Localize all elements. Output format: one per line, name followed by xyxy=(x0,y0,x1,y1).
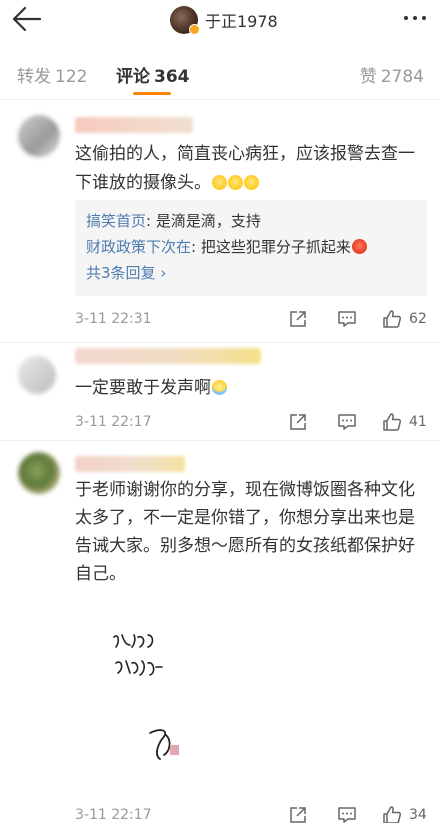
comment-time: 3-11 22:31 xyxy=(75,311,152,327)
top-bar: 于正1978 xyxy=(0,0,440,40)
signature-image[interactable] xyxy=(100,623,220,773)
comment-meta: 3-11 22:31 62 xyxy=(75,309,427,333)
smile-emoji-icon xyxy=(212,175,227,190)
sweat-emoji-icon xyxy=(228,175,243,190)
share-icon[interactable] xyxy=(288,309,308,329)
thumbs-up-icon[interactable] xyxy=(382,805,402,823)
tab-like[interactable]: 赞 2784 xyxy=(360,62,424,87)
verified-badge-icon xyxy=(189,24,200,35)
avatar[interactable] xyxy=(18,356,56,394)
comment-meta: 3-11 22:17 41 xyxy=(75,412,427,436)
shocked-emoji-icon xyxy=(244,175,259,190)
avatar[interactable] xyxy=(170,6,200,35)
like-count: 41 xyxy=(409,414,427,430)
active-tab-indicator xyxy=(133,92,171,95)
comment-meta: 3-11 22:17 34 xyxy=(75,805,427,823)
like-count: 34 xyxy=(409,807,427,823)
comment-text: 一定要敢于发声啊 xyxy=(75,374,427,403)
comment-icon[interactable] xyxy=(337,805,357,823)
thumbs-up-icon[interactable] xyxy=(382,309,402,329)
avatar[interactable] xyxy=(18,115,60,157)
tab-bar: 转发 122 评论 364 赞 2784 xyxy=(0,54,440,100)
share-icon[interactable] xyxy=(288,805,308,823)
comment-item: 一定要敢于发声啊 3-11 22:17 41 xyxy=(0,342,440,440)
comment-time: 3-11 22:17 xyxy=(75,807,152,823)
commenter-name-blurred[interactable] xyxy=(75,456,185,472)
comment-item: 于老师谢谢你的分享，现在微博饭圈各种文化太多了，不一定是你错了，你想分享出来也是… xyxy=(0,440,440,823)
tab-repost[interactable]: 转发 122 xyxy=(17,62,87,87)
reply-item: 搞笑首页: 是滴是滴，支持 xyxy=(86,212,261,230)
more-options-icon[interactable] xyxy=(404,16,426,20)
comment-text: 这偷拍的人，简直丧心病狂，应该报警去查一下谁放的摄像头。 xyxy=(75,144,415,193)
author-name[interactable]: 于正1978 xyxy=(205,8,278,32)
comment-time: 3-11 22:17 xyxy=(75,414,152,430)
commenter-name-blurred[interactable] xyxy=(75,117,193,133)
comment-icon[interactable] xyxy=(337,412,357,432)
crying-emoji-icon xyxy=(212,380,227,395)
comment-item: 这偷拍的人，简直丧心病狂，应该报警去查一下谁放的摄像头。 搞笑首页: 是滴是滴，… xyxy=(0,100,440,345)
comment-text: 于老师谢谢你的分享，现在微博饭圈各种文化太多了，不一定是你错了，你想分享出来也是… xyxy=(75,480,415,584)
share-icon[interactable] xyxy=(288,412,308,432)
reply-item: 财政政策下次在: 把这些犯罪分子抓起来 xyxy=(86,234,416,260)
avatar[interactable] xyxy=(18,452,60,494)
back-arrow-icon[interactable] xyxy=(10,4,44,34)
reply-preview-box[interactable]: 搞笑首页: 是滴是滴，支持 财政政策下次在: 把这些犯罪分子抓起来 共3条回复 … xyxy=(75,200,427,296)
like-count: 62 xyxy=(409,311,427,327)
post-author[interactable]: 于正1978 xyxy=(170,5,278,35)
thumbs-up-icon[interactable] xyxy=(382,412,402,432)
view-all-replies-link[interactable]: 共3条回复 › xyxy=(86,260,416,286)
commenter-name-blurred[interactable] xyxy=(75,348,261,364)
angry-emoji-icon xyxy=(351,239,367,254)
comment-icon[interactable] xyxy=(337,309,357,329)
